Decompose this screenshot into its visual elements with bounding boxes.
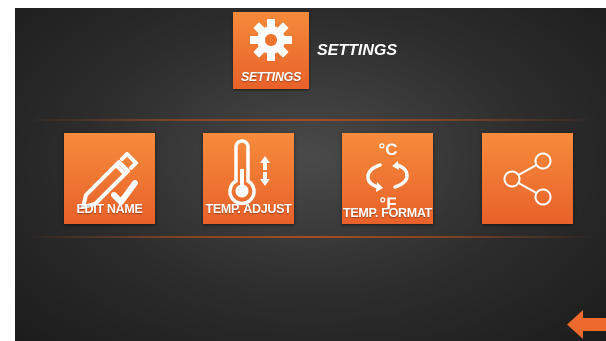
share-icon: [503, 152, 552, 206]
back-arrow-icon: [567, 310, 606, 339]
settings-header-icon: SETTINGS: [233, 12, 309, 89]
edit-name-button[interactable]: EDIT NAME: [64, 133, 155, 224]
gear-icon: [250, 19, 292, 61]
temp-adjust-label: TEMP. ADJUST: [205, 202, 292, 216]
temp-format-label: TEMP. FORMAT: [343, 206, 432, 220]
temp-adjust-button[interactable]: TEMP. ADJUST: [203, 133, 294, 224]
temp-format-button[interactable]: °C °F TEMP. FORMAT: [342, 133, 433, 224]
top-divider: [25, 119, 596, 121]
page-title: SETTINGS: [317, 42, 398, 59]
edit-name-label: EDIT NAME: [76, 202, 143, 216]
back-button[interactable]: [567, 308, 606, 341]
celsius-unit: °C: [378, 140, 397, 159]
share-button[interactable]: [482, 133, 573, 224]
settings-header-icon-label: SETTINGS: [240, 70, 302, 84]
settings-screen: SETTINGS SETTINGS EDIT NAME TEMP. ADJUST: [15, 8, 606, 341]
bottom-divider: [25, 236, 596, 238]
